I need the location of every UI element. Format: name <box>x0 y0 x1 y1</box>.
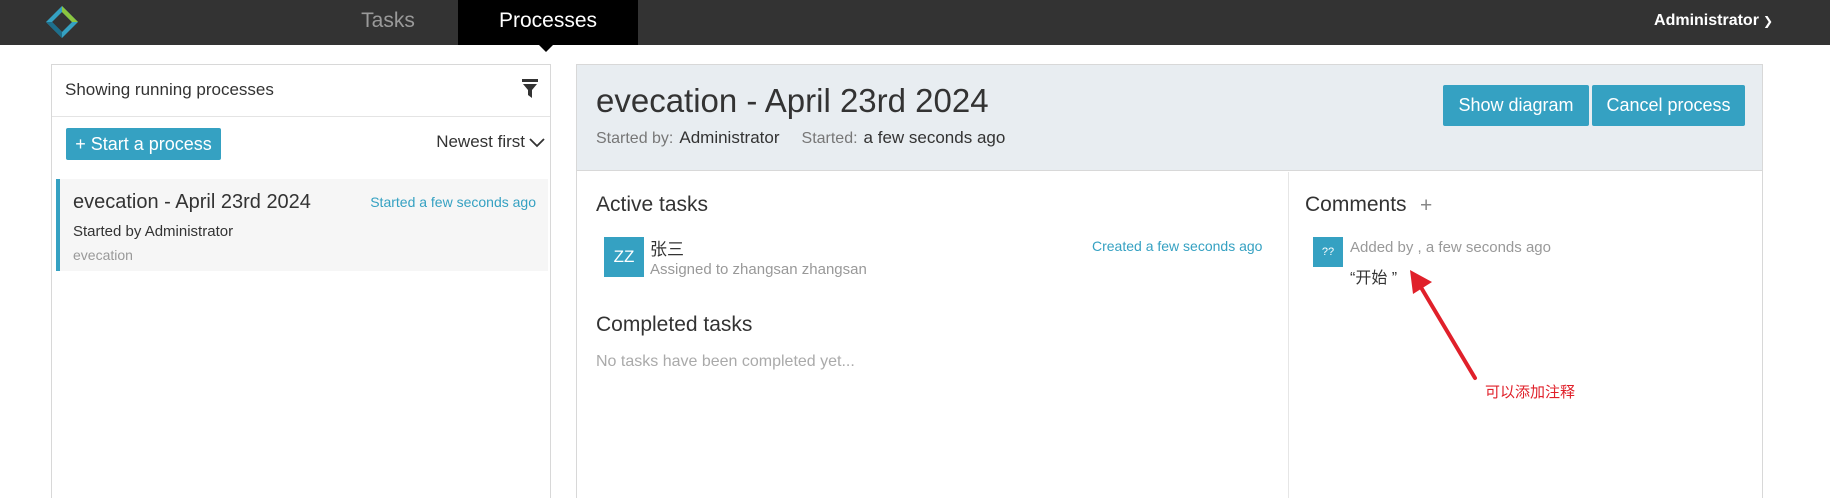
top-nav-bar: Tasks Processes Administrator ❯ <box>0 0 1830 52</box>
annotation-arrow-icon <box>1410 270 1477 380</box>
process-detail-header: evecation - April 23rd 2024 Started by: A… <box>577 65 1762 171</box>
process-name: evecation - April 23rd 2024 <box>73 191 311 213</box>
cancel-process-button[interactable]: Cancel process <box>1592 85 1745 126</box>
add-comment-button[interactable]: + <box>1420 194 1432 218</box>
sort-label: Newest first <box>436 132 525 151</box>
started-label: Started: <box>801 130 858 147</box>
started-by-value: Administrator <box>679 128 780 147</box>
task-name[interactable]: 张三 <box>650 235 684 260</box>
avatar: ?? <box>1313 237 1343 267</box>
filter-icon[interactable] <box>522 79 538 99</box>
process-detail-panel: evecation - April 23rd 2024 Started by: A… <box>576 64 1763 498</box>
process-meta: Started by: Administrator Started: a few se… <box>596 128 1005 148</box>
avatar: ZZ <box>604 237 644 277</box>
process-list-panel: Showing running processes + Start a proc… <box>51 64 551 498</box>
annotation-note: 可以添加注释 <box>1485 384 1576 401</box>
comment-text: “开始 ” <box>1350 270 1398 287</box>
comments-title: Comments <box>1305 193 1407 216</box>
show-diagram-button[interactable]: Show diagram <box>1443 85 1589 126</box>
page-title: evecation - April 23rd 2024 <box>596 82 989 119</box>
chevron-down-icon: ❯ <box>1762 14 1773 28</box>
tab-tasks[interactable]: Tasks <box>336 0 440 45</box>
process-filter-label: Showing running processes <box>65 80 274 99</box>
diamond-logo-icon[interactable] <box>45 5 79 39</box>
started-by-label: Started by: <box>596 130 674 147</box>
process-definition-key: evecation <box>73 247 133 263</box>
user-menu[interactable]: Administrator ❯ <box>1654 0 1773 42</box>
user-name: Administrator <box>1654 12 1759 29</box>
process-started-time: Started a few seconds ago <box>370 194 536 210</box>
active-tab-caret <box>538 44 554 52</box>
comment-meta: Added by , a few seconds ago <box>1350 239 1551 256</box>
completed-tasks-title: Completed tasks <box>596 313 753 336</box>
column-divider <box>1288 172 1289 498</box>
process-started-by: Started by Administrator <box>73 223 234 240</box>
process-list-item[interactable]: evecation - April 23rd 2024 Started a fe… <box>56 179 548 271</box>
chevron-down-icon <box>529 137 545 147</box>
task-created-time: Created a few seconds ago <box>1092 238 1263 254</box>
sort-dropdown[interactable]: Newest first <box>436 132 545 152</box>
active-tasks-title: Active tasks <box>596 193 709 216</box>
process-list-header: Showing running processes <box>52 65 550 117</box>
completed-tasks-empty-message: No tasks have been completed yet... <box>596 353 855 370</box>
started-value: a few seconds ago <box>863 128 1006 147</box>
task-assignee: Assigned to zhangsan zhangsan <box>650 261 867 278</box>
tab-processes[interactable]: Processes <box>458 0 638 45</box>
start-process-button[interactable]: + Start a process <box>66 128 221 160</box>
